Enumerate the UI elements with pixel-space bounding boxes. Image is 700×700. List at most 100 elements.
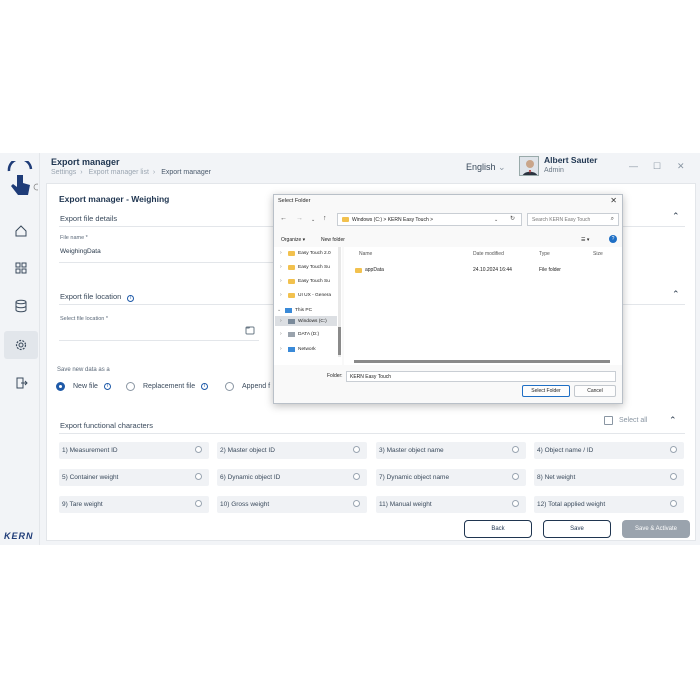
language-selector[interactable]: English ⌄ bbox=[466, 162, 506, 173]
tree-item-this-pc[interactable]: ⌄ This PC bbox=[277, 307, 312, 313]
folder-tree: › Easy Touch 2.0 › Easy Touch Su › Easy Tou… bbox=[274, 247, 342, 365]
user-role: Admin bbox=[544, 167, 564, 174]
chevron-up-icon[interactable]: ⌃ bbox=[672, 289, 680, 300]
tree-item[interactable]: › Easy Touch Su bbox=[280, 264, 330, 270]
chevron-right-icon: › bbox=[280, 331, 282, 337]
file-location-label: Select file location * bbox=[60, 316, 108, 322]
horizontal-scrollbar[interactable] bbox=[354, 360, 610, 363]
settings-gear-icon[interactable] bbox=[4, 331, 38, 359]
pc-icon bbox=[285, 307, 292, 313]
tree-item-label: Easy Touch Su bbox=[298, 278, 330, 284]
tree-item-windows-c[interactable]: › Windows (C:) bbox=[275, 316, 337, 326]
language-label: English bbox=[466, 162, 496, 172]
radio-label: Replacement file bbox=[143, 383, 196, 390]
logout-icon[interactable] bbox=[6, 369, 36, 397]
tree-scrollbar[interactable] bbox=[338, 247, 341, 357]
divider bbox=[59, 433, 685, 434]
database-icon[interactable] bbox=[6, 292, 36, 320]
info-icon[interactable]: i bbox=[201, 383, 209, 390]
forward-arrow-icon[interactable]: → bbox=[296, 215, 303, 222]
radio-dot bbox=[195, 446, 202, 453]
file-name-label: File name * bbox=[60, 235, 88, 241]
radio-replacement-file[interactable]: Replacement file i bbox=[126, 382, 209, 391]
input-underline bbox=[59, 262, 274, 263]
back-arrow-icon[interactable]: ← bbox=[280, 215, 287, 222]
avatar[interactable] bbox=[519, 156, 539, 176]
close-icon[interactable]: ✕ bbox=[610, 196, 617, 205]
func-item[interactable]: 10) Gross weight bbox=[217, 496, 367, 513]
tree-item-label: This PC bbox=[295, 307, 313, 313]
info-icon[interactable]: i bbox=[103, 383, 111, 390]
func-item[interactable]: 9) Tare weight bbox=[59, 496, 209, 513]
organize-menu[interactable]: Organize ▾ bbox=[281, 237, 305, 243]
func-item[interactable]: 2) Master object ID bbox=[217, 442, 367, 459]
info-icon[interactable]: i bbox=[127, 295, 135, 302]
chevron-up-icon[interactable]: ⌃ bbox=[669, 415, 677, 426]
save-button[interactable]: Save bbox=[543, 520, 611, 538]
func-item[interactable]: 7) Dynamic object name bbox=[376, 469, 526, 486]
radio-dot bbox=[512, 473, 519, 480]
dialog-title: Select Folder bbox=[278, 198, 311, 204]
home-icon[interactable] bbox=[6, 217, 36, 245]
func-item[interactable]: 12) Total applied weight bbox=[534, 496, 684, 513]
touch-logo-icon bbox=[7, 161, 38, 195]
column-header[interactable]: Size bbox=[593, 251, 603, 257]
view-options-icon[interactable]: ☰ ▾ bbox=[581, 237, 589, 243]
close-icon[interactable]: ✕ bbox=[677, 161, 685, 172]
func-item[interactable]: 8) Net weight bbox=[534, 469, 684, 486]
file-name-input[interactable]: WeighingData bbox=[60, 248, 101, 255]
chevron-right-icon: › bbox=[280, 264, 282, 270]
func-item[interactable]: 3) Master object name bbox=[376, 442, 526, 459]
func-item[interactable]: 4) Object name / ID bbox=[534, 442, 684, 459]
select-all-checkbox[interactable]: Select all bbox=[604, 416, 647, 425]
column-header[interactable]: Name bbox=[359, 251, 372, 257]
func-item[interactable]: 5) Container weight bbox=[59, 469, 209, 486]
func-item-label: 9) Tare weight bbox=[62, 501, 103, 508]
folder-icon[interactable] bbox=[245, 325, 255, 335]
tree-item[interactable]: › UI UX - Genera bbox=[280, 292, 331, 298]
minimize-icon[interactable]: — bbox=[629, 161, 638, 171]
radio-new-file[interactable]: New file i bbox=[56, 382, 111, 391]
chevron-right-icon: › bbox=[280, 292, 282, 298]
column-header[interactable]: Type bbox=[539, 251, 550, 257]
tree-item[interactable]: › Easy Touch Su bbox=[280, 278, 330, 284]
radio-dot bbox=[670, 500, 677, 507]
file-location-title-text: Export file location bbox=[60, 292, 122, 301]
save-activate-button[interactable]: Save & Activate bbox=[622, 520, 690, 538]
tree-item[interactable]: › Easy Touch 2.0 bbox=[280, 250, 331, 256]
grid-icon[interactable] bbox=[6, 254, 36, 282]
radio-dot bbox=[670, 473, 677, 480]
page-title: Export manager bbox=[51, 157, 120, 167]
file-row[interactable]: appData bbox=[355, 267, 384, 273]
refresh-icon[interactable]: ↻ bbox=[510, 215, 515, 222]
chevron-down-icon[interactable]: ⌄ bbox=[311, 217, 315, 223]
tree-item[interactable]: › DATA (D:) bbox=[280, 331, 319, 337]
folder-input[interactable]: KERN Easy Touch bbox=[346, 371, 616, 382]
column-header[interactable]: Date modified bbox=[473, 251, 504, 257]
chevron-up-icon[interactable]: ⌃ bbox=[672, 211, 680, 222]
chevron-right-icon: › bbox=[280, 346, 282, 352]
radio-dot bbox=[353, 473, 360, 480]
help-icon[interactable]: ? bbox=[609, 235, 617, 243]
func-item[interactable]: 6) Dynamic object ID bbox=[217, 469, 367, 486]
panel-heading: Export manager - Weighing bbox=[59, 194, 170, 204]
breadcrumb-export-list[interactable]: Export manager list bbox=[89, 169, 149, 176]
up-arrow-icon[interactable]: ↑ bbox=[323, 215, 327, 222]
scrollbar-thumb[interactable] bbox=[338, 327, 341, 355]
select-folder-button[interactable]: Select Folder bbox=[522, 385, 570, 397]
back-button[interactable]: Back bbox=[464, 520, 532, 538]
radio-label: Append f bbox=[242, 383, 271, 390]
func-item[interactable]: 1) Measurement ID bbox=[59, 442, 209, 459]
func-item[interactable]: 11) Manual weight bbox=[376, 496, 526, 513]
tree-item[interactable]: › Network bbox=[280, 346, 316, 352]
chevron-down-icon[interactable]: ⌄ bbox=[494, 217, 498, 223]
func-item-label: 4) Object name / ID bbox=[537, 447, 594, 454]
tree-item-label: Windows (C:) bbox=[298, 318, 327, 324]
maximize-icon[interactable]: ☐ bbox=[653, 161, 661, 172]
new-folder-button[interactable]: New folder bbox=[321, 237, 345, 243]
file-list: Name Date modified Type Size appData 24.… bbox=[344, 247, 622, 365]
search-input[interactable]: Search KERN Easy Touch ⌕ bbox=[527, 213, 619, 226]
breadcrumb-settings[interactable]: Settings bbox=[51, 169, 76, 176]
cancel-button[interactable]: Cancel bbox=[574, 385, 616, 397]
radio-append-file[interactable]: Append f bbox=[225, 382, 270, 391]
